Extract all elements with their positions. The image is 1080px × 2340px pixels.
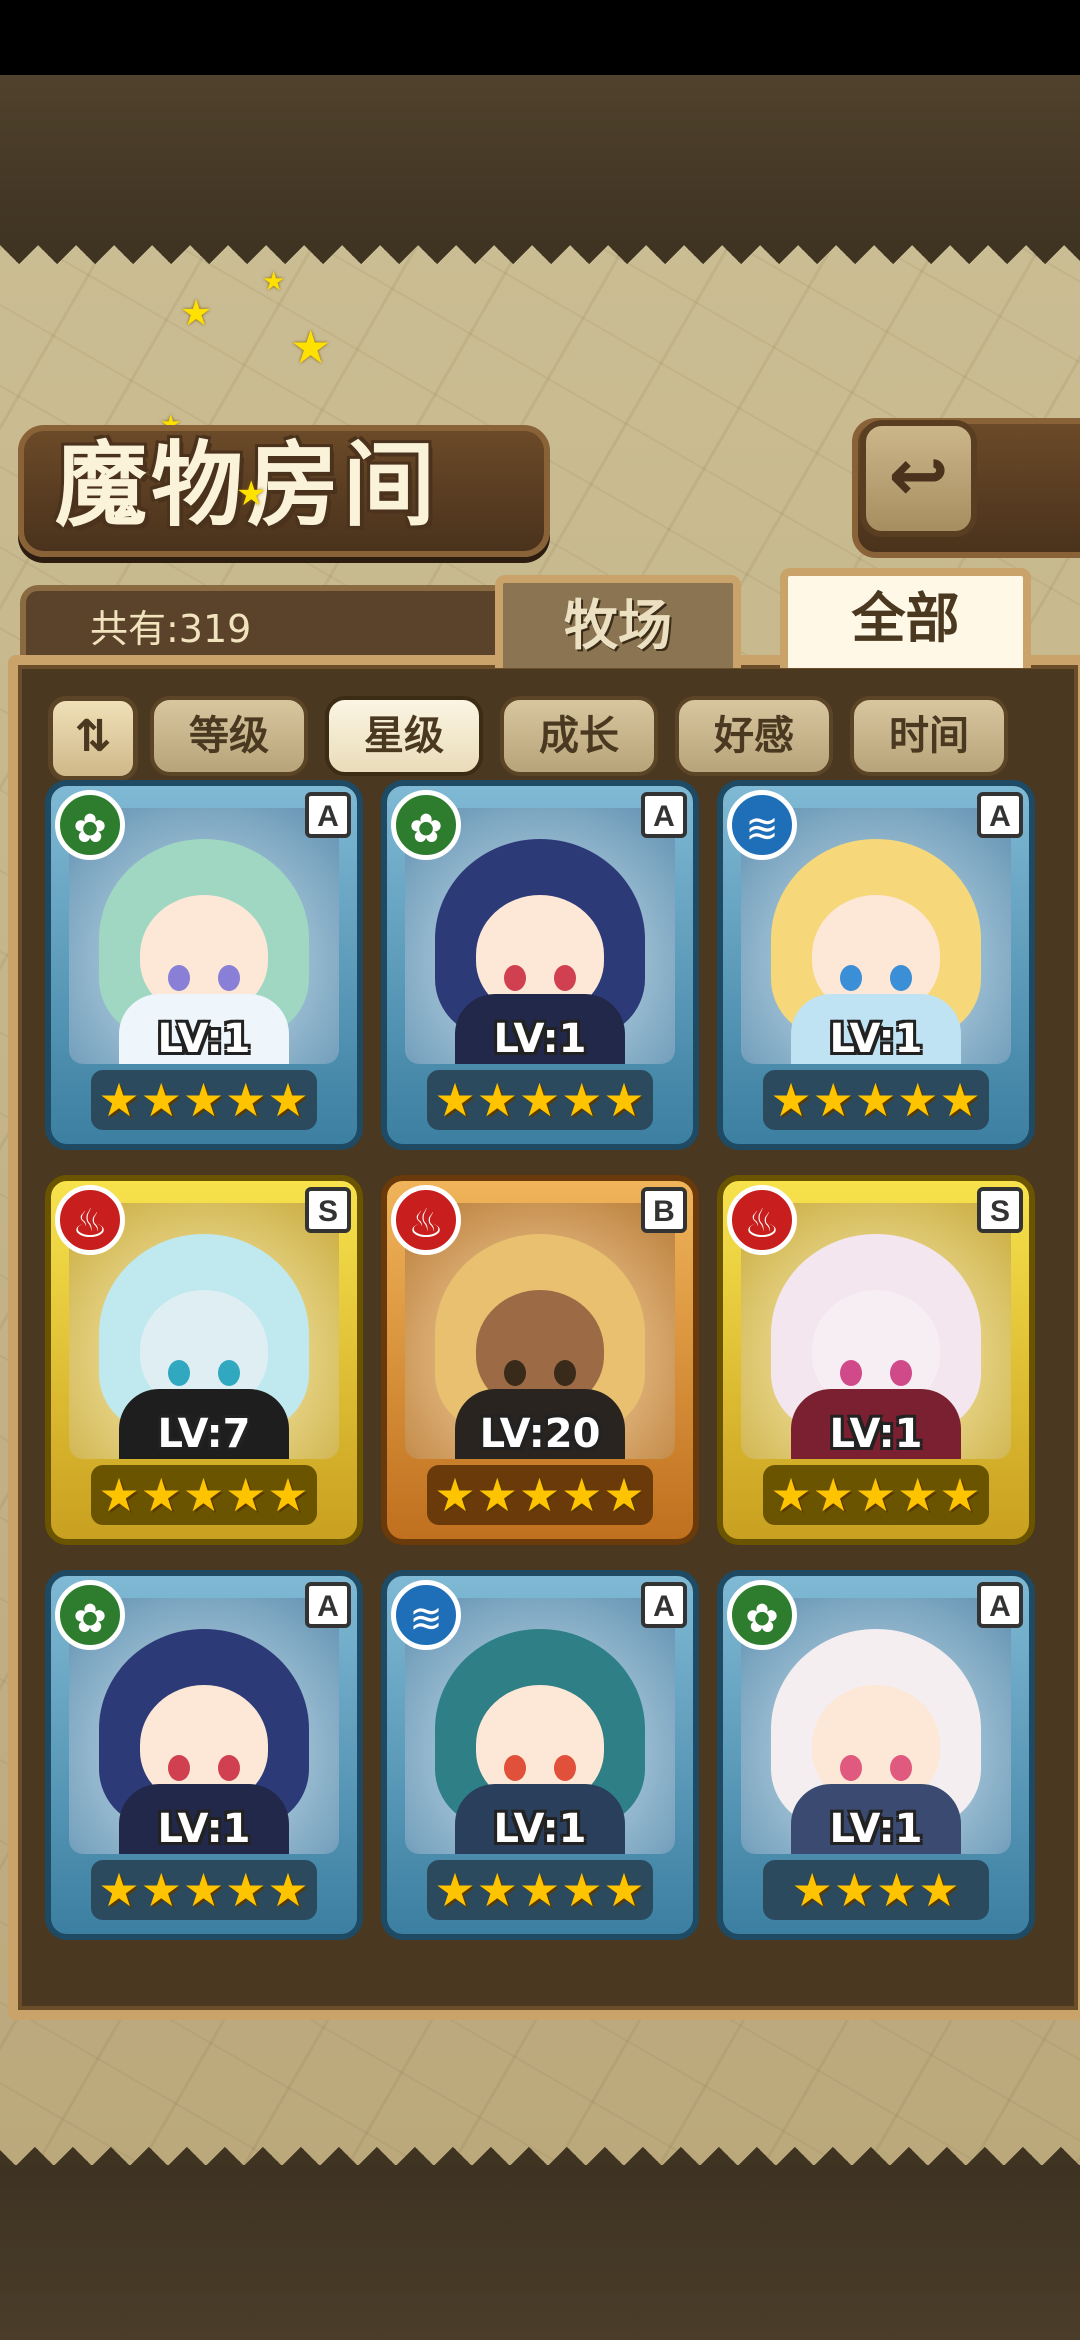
element-grass-icon: ✿ xyxy=(727,1580,797,1650)
decor-star-icon: ★ xyxy=(236,475,267,513)
rank-badge: B xyxy=(641,1187,687,1233)
element-grass-icon: ✿ xyxy=(391,790,461,860)
element-fire-icon: ♨ xyxy=(55,1185,125,1255)
element-grass-icon: ✿ xyxy=(55,790,125,860)
rank-badge: A xyxy=(641,792,687,838)
monster-card[interactable]: ✿ A LV:1 ★★★★★ xyxy=(45,780,363,1150)
element-fire-icon: ♨ xyxy=(391,1185,461,1255)
sort-order-toggle[interactable]: ⇅ xyxy=(48,696,138,781)
star-rating: ★★★★★ xyxy=(763,1070,989,1130)
sort-button-affection[interactable]: 好感 xyxy=(675,696,833,776)
sort-button-level[interactable]: 等级 xyxy=(150,696,308,776)
page-title: 魔物房间 xyxy=(55,431,440,539)
monster-card[interactable]: ♨ S LV:7 ★★★★★ xyxy=(45,1175,363,1545)
star-rating: ★★★★★ xyxy=(427,1070,653,1130)
monster-level: LV:1 xyxy=(829,1806,923,1852)
decor-star-icon: ★ xyxy=(180,292,213,333)
rank-badge: A xyxy=(305,1582,351,1628)
element-water-icon: ≋ xyxy=(727,790,797,860)
tab-all[interactable]: 全部 xyxy=(780,568,1031,668)
sort-order-icon: ⇅ xyxy=(74,712,112,761)
rank-badge: A xyxy=(977,1582,1023,1628)
monster-level: LV:1 xyxy=(157,1016,251,1062)
rank-badge: S xyxy=(305,1187,351,1233)
top-band xyxy=(0,75,1080,245)
sort-button-growth[interactable]: 成长 xyxy=(500,696,658,776)
monster-card[interactable]: ♨ S LV:1 ★★★★★ xyxy=(717,1175,1035,1545)
sort-button-time[interactable]: 时间 xyxy=(850,696,1008,776)
total-count: 共有:319 xyxy=(90,607,252,651)
monster-level: LV:1 xyxy=(493,1016,587,1062)
monster-level: LV:1 xyxy=(157,1806,251,1852)
monster-card[interactable]: ✿ A LV:1 ★★★★★ xyxy=(381,780,699,1150)
star-rating: ★★★★★ xyxy=(91,1070,317,1130)
star-rating: ★★★★★ xyxy=(427,1465,653,1525)
element-grass-icon: ✿ xyxy=(55,1580,125,1650)
monster-card[interactable]: ✿ A LV:1 ★★★★★ xyxy=(45,1570,363,1940)
decor-star-icon: ★ xyxy=(262,266,286,296)
star-rating: ★★★★★ xyxy=(763,1465,989,1525)
star-rating: ★★★★ xyxy=(763,1860,989,1920)
monster-level: LV:1 xyxy=(829,1016,923,1062)
return-arrow-icon: ↩ xyxy=(888,436,949,516)
zigzag-border-bottom xyxy=(0,2128,1080,2166)
decor-star-icon: ★ xyxy=(290,321,332,373)
back-button[interactable]: ↩ xyxy=(860,420,977,537)
rank-badge: A xyxy=(977,792,1023,838)
star-rating: ★★★★★ xyxy=(427,1860,653,1920)
element-water-icon: ≋ xyxy=(391,1580,461,1650)
monster-level: LV:7 xyxy=(157,1411,251,1457)
star-rating: ★★★★★ xyxy=(91,1860,317,1920)
monster-card[interactable]: ≋ A LV:1 ★★★★★ xyxy=(717,780,1035,1150)
star-rating: ★★★★★ xyxy=(91,1465,317,1525)
monster-card[interactable]: ♨ B LV:20 ★★★★★ xyxy=(381,1175,699,1545)
sort-bar: ⇅ 等级 星级 成长 好感 时间 xyxy=(30,690,1060,781)
monster-card[interactable]: ✿ A LV:1 ★★★★ xyxy=(717,1570,1035,1940)
zigzag-border-top xyxy=(0,245,1080,283)
monster-level: LV:20 xyxy=(479,1411,601,1457)
monster-level: LV:1 xyxy=(829,1411,923,1457)
tab-ranch[interactable]: 牧场 xyxy=(495,575,741,668)
element-fire-icon: ♨ xyxy=(727,1185,797,1255)
monster-level: LV:1 xyxy=(493,1806,587,1852)
sort-button-stars[interactable]: 星级 xyxy=(325,696,483,776)
rank-badge: A xyxy=(305,792,351,838)
monster-card[interactable]: ≋ A LV:1 ★★★★★ xyxy=(381,1570,699,1940)
rank-badge: S xyxy=(977,1187,1023,1233)
bottom-band xyxy=(0,2165,1080,2340)
rank-badge: A xyxy=(641,1582,687,1628)
